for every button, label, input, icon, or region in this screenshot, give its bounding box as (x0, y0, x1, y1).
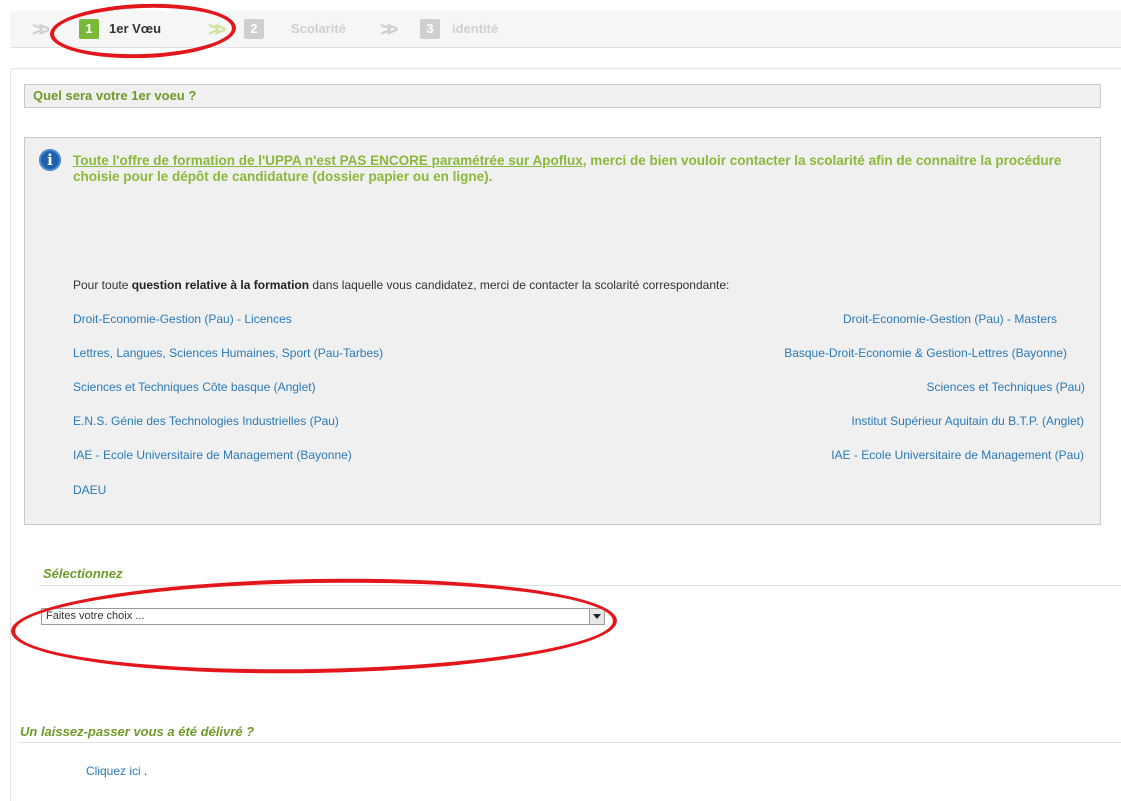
select-heading: Sélectionnez (43, 566, 123, 581)
contact-link-ensgti[interactable]: E.N.S. Génie des Technologies Industriel… (73, 414, 339, 428)
contact-link-droit-licences[interactable]: Droit-Economie-Gestion (Pau) - Licences (73, 312, 292, 326)
step-3-label: identité (452, 21, 499, 36)
step-2-number: 2 (244, 19, 264, 39)
question-header: Quel sera votre 1er voeu ? (24, 84, 1101, 108)
question-title: Quel sera votre 1er voeu ? (33, 88, 197, 103)
chevron-right-icon: >> (380, 19, 398, 41)
step-1-label[interactable]: 1er Vœu (109, 21, 161, 37)
formation-select-value: Faites votre choix ... (46, 610, 145, 622)
info-link[interactable]: Toute l'offre de formation de l'UPPA n'e… (73, 153, 583, 168)
contact-link-sciences-anglet[interactable]: Sciences et Techniques Côte basque (Angl… (73, 380, 316, 394)
info-box: i Toute l'offre de formation de l'UPPA n… (24, 137, 1101, 525)
step-progress-bar: >> 1 1er Vœu >> 2 Scolarité >> 3 identit… (10, 11, 1121, 48)
chevron-right-icon: >> (32, 19, 50, 41)
formation-select[interactable]: Faites votre choix ... (41, 608, 605, 625)
pass-link-suffix: . (144, 764, 148, 778)
contact-intro-prefix: Pour toute (73, 278, 132, 292)
step-2-label: Scolarité (291, 21, 346, 36)
contact-intro-suffix: dans laquelle vous candidatez, merci de … (309, 278, 730, 292)
chevron-right-icon: >> (208, 19, 226, 41)
pass-heading: Un laissez-passer vous a été délivré ? (20, 724, 255, 739)
contact-intro: Pour toute question relative à la format… (73, 278, 729, 292)
divider (18, 742, 1121, 743)
divider (39, 585, 1121, 586)
contact-link-daeu[interactable]: DAEU (73, 483, 106, 497)
contact-link-lettres[interactable]: Lettres, Langues, Sciences Humaines, Spo… (73, 346, 383, 360)
step-1-number: 1 (79, 19, 99, 39)
contact-link-basque[interactable]: Basque-Droit-Economie & Gestion-Lettres … (784, 346, 1067, 360)
info-icon: i (39, 149, 61, 171)
click-here-link[interactable]: Cliquez ici (86, 764, 141, 778)
chevron-down-icon[interactable] (589, 609, 604, 624)
contact-link-sciences-pau[interactable]: Sciences et Techniques (Pau) (926, 380, 1085, 394)
contact-link-isa-btp[interactable]: Institut Supérieur Aquitain du B.T.P. (A… (851, 414, 1084, 428)
pass-link-row: Cliquez ici . (86, 764, 147, 778)
contact-link-iae-bayonne[interactable]: IAE - Ecole Universitaire de Management … (73, 448, 352, 462)
contact-intro-bold: question relative à la formation (131, 278, 310, 292)
contact-link-droit-masters[interactable]: Droit-Economie-Gestion (Pau) - Masters (843, 312, 1057, 326)
info-message: Toute l'offre de formation de l'UPPA n'e… (73, 153, 1088, 185)
step-3-number: 3 (420, 19, 440, 39)
contact-link-iae-pau[interactable]: IAE - Ecole Universitaire de Management … (831, 448, 1084, 462)
